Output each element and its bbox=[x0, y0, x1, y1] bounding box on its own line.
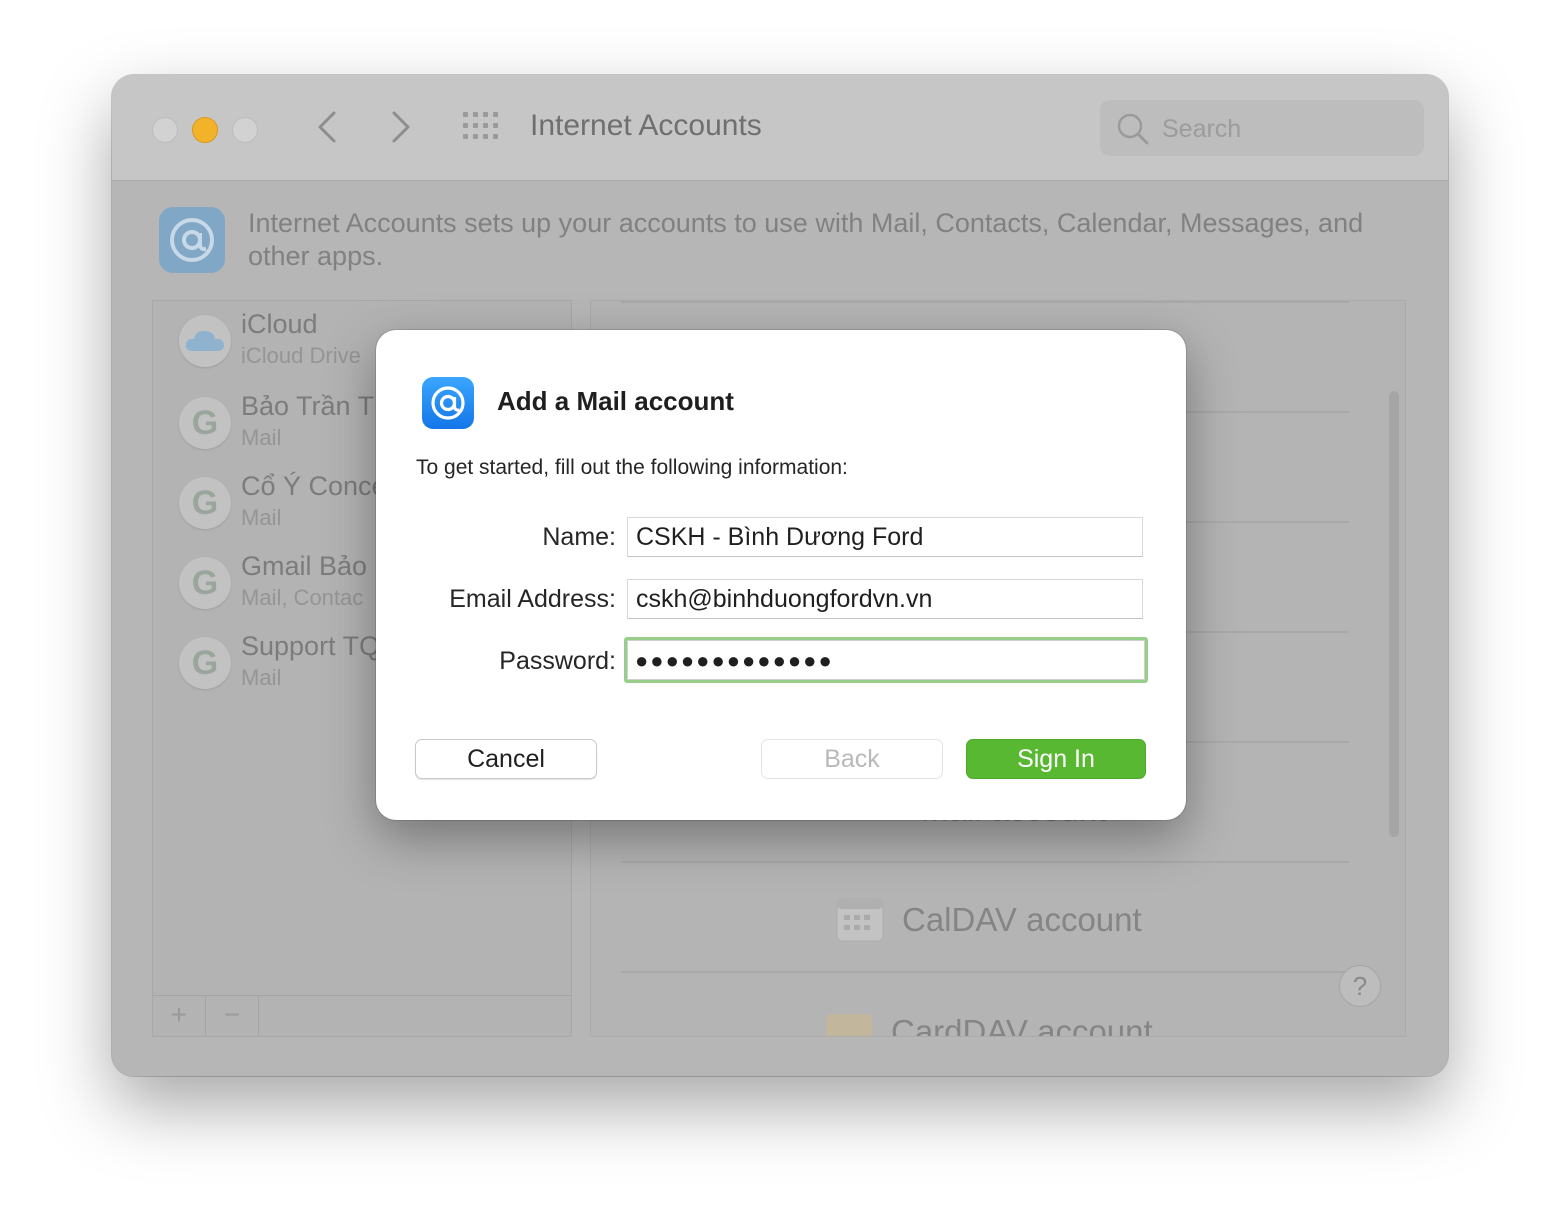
contacts-card-icon bbox=[826, 1014, 872, 1036]
window-title: Internet Accounts bbox=[530, 109, 762, 142]
account-name: Gmail Bảo bbox=[241, 551, 368, 581]
close-window-button[interactable] bbox=[152, 117, 178, 143]
svg-text:G: G bbox=[192, 644, 218, 682]
calendar-icon bbox=[836, 898, 884, 942]
forward-nav-button[interactable] bbox=[380, 105, 420, 149]
add-account-button[interactable]: + bbox=[153, 996, 206, 1036]
password-label: Password: bbox=[499, 647, 616, 675]
icloud-icon bbox=[179, 315, 231, 367]
sign-in-button[interactable]: Sign In bbox=[966, 739, 1146, 779]
account-services: Mail, Contac bbox=[241, 585, 364, 610]
account-services: Mail bbox=[241, 425, 282, 450]
chevron-right-icon bbox=[392, 111, 410, 143]
list-footer: + − bbox=[153, 995, 571, 1036]
svg-text:G: G bbox=[192, 404, 218, 442]
help-button[interactable]: ? bbox=[1339, 965, 1381, 1007]
at-sign-icon bbox=[170, 218, 214, 262]
back-nav-button[interactable] bbox=[308, 105, 348, 149]
back-button[interactable]: Back bbox=[761, 739, 943, 779]
minimize-window-button[interactable] bbox=[192, 117, 218, 143]
account-services: Mail bbox=[241, 665, 282, 690]
show-all-grid-button[interactable] bbox=[462, 111, 500, 141]
search-field[interactable] bbox=[1100, 100, 1424, 156]
divider bbox=[621, 301, 1349, 303]
svg-text:G: G bbox=[192, 484, 218, 522]
password-field[interactable]: ●●●●●●●●●●●●● bbox=[624, 637, 1148, 683]
mail-at-icon bbox=[422, 377, 474, 429]
chevron-left-icon bbox=[318, 111, 336, 143]
caldav-account-option[interactable]: CalDAV account bbox=[902, 901, 1142, 939]
search-icon bbox=[1117, 113, 1149, 145]
add-mail-account-dialog: Add a Mail account To get started, fill … bbox=[376, 330, 1186, 820]
cancel-button[interactable]: Cancel bbox=[415, 739, 597, 779]
google-icon: G bbox=[179, 397, 231, 449]
account-name: Cổ Ý Conce bbox=[241, 471, 387, 501]
scrollbar[interactable] bbox=[1389, 391, 1399, 837]
email-label: Email Address: bbox=[449, 585, 616, 613]
titlebar: Internet Accounts bbox=[112, 75, 1448, 181]
divider bbox=[621, 861, 1349, 863]
google-icon: G bbox=[179, 637, 231, 689]
account-name: Support TQ bbox=[241, 631, 381, 661]
name-label: Name: bbox=[542, 523, 616, 551]
search-input[interactable] bbox=[1160, 108, 1414, 150]
account-services: Mail bbox=[241, 505, 282, 530]
google-icon: G bbox=[179, 477, 231, 529]
internet-accounts-icon bbox=[159, 207, 225, 273]
zoom-window-button[interactable] bbox=[232, 117, 258, 143]
header-description: Internet Accounts sets up your accounts … bbox=[248, 208, 1364, 271]
account-name: iCloud bbox=[241, 309, 318, 339]
divider bbox=[621, 971, 1349, 973]
password-masked-value: ●●●●●●●●●●●●● bbox=[635, 648, 834, 673]
grid-icon bbox=[463, 112, 498, 139]
account-services: iCloud Drive bbox=[241, 343, 361, 368]
account-name: Bảo Trần T( bbox=[241, 391, 384, 421]
dialog-title: Add a Mail account bbox=[497, 386, 734, 416]
remove-account-button[interactable]: − bbox=[206, 996, 259, 1036]
dialog-subtitle: To get started, fill out the following i… bbox=[416, 456, 848, 479]
google-icon: G bbox=[179, 557, 231, 609]
name-field[interactable] bbox=[627, 517, 1143, 557]
svg-text:G: G bbox=[192, 564, 218, 602]
email-field[interactable] bbox=[627, 579, 1143, 619]
carddav-account-option[interactable]: CardDAV account bbox=[891, 1013, 1153, 1036]
